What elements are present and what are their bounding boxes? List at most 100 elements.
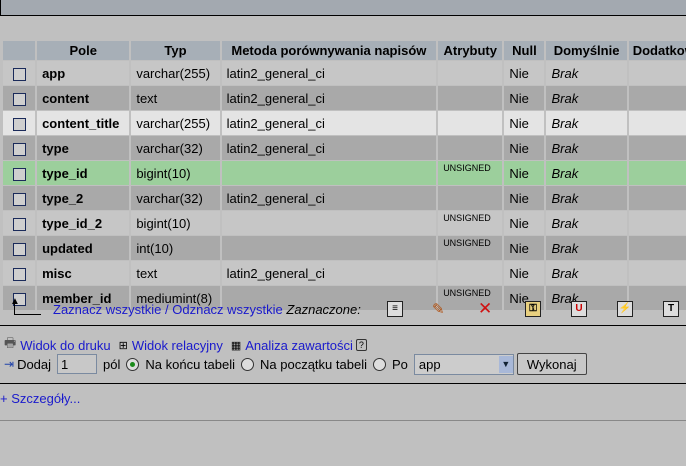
field-type: text bbox=[131, 261, 220, 285]
checkbox[interactable] bbox=[12, 167, 26, 181]
field-collation bbox=[221, 161, 437, 185]
header-null[interactable]: Null bbox=[504, 41, 545, 60]
table-row[interactable]: type_2 varchar(32) latin2_general_ci Nie Bra… bbox=[3, 186, 686, 210]
field-collation: latin2_general_ci bbox=[221, 136, 437, 160]
row-checkbox[interactable] bbox=[3, 161, 36, 185]
field-extra bbox=[628, 186, 686, 210]
header-collation[interactable]: Metoda porównywania napisów bbox=[221, 41, 437, 60]
row-checkbox[interactable] bbox=[3, 211, 36, 235]
checkbox[interactable] bbox=[12, 92, 26, 106]
table-row[interactable]: updated int(10) UNSIGNED Nie Brak bbox=[3, 236, 686, 260]
table-row[interactable]: app varchar(255) latin2_general_ci Nie Brak bbox=[3, 61, 686, 85]
row-checkbox[interactable] bbox=[3, 61, 36, 85]
relation-icon: ⊞ bbox=[118, 339, 128, 352]
field-default: Brak bbox=[546, 111, 627, 135]
field-null: Nie bbox=[504, 111, 545, 135]
table-row[interactable]: misc text latin2_general_ci Nie Brak bbox=[3, 261, 686, 285]
field-name: type bbox=[37, 136, 130, 160]
fulltext-icon[interactable]: T bbox=[663, 301, 679, 317]
table-row[interactable]: content text latin2_general_ci Nie Brak bbox=[3, 86, 686, 110]
field-collation bbox=[221, 236, 437, 260]
checkbox[interactable] bbox=[12, 192, 26, 206]
row-checkbox[interactable] bbox=[3, 236, 36, 260]
go-button[interactable]: Wykonaj bbox=[516, 353, 587, 375]
field-default: Brak bbox=[546, 236, 627, 260]
add-field-icon: ⇥ bbox=[4, 357, 15, 371]
field-null: Nie bbox=[504, 136, 545, 160]
table-row[interactable]: type_id bigint(10) UNSIGNED Nie Brak bbox=[3, 161, 686, 185]
divider bbox=[0, 325, 686, 326]
row-checkbox[interactable] bbox=[3, 136, 36, 160]
field-type: bigint(10) bbox=[131, 161, 220, 185]
at-end-label: Na końcu tabeli bbox=[145, 356, 236, 372]
row-checkbox[interactable] bbox=[3, 186, 36, 210]
primary-key-icon[interactable]: ⚿ bbox=[525, 301, 541, 317]
checkbox[interactable] bbox=[12, 217, 26, 231]
checkbox[interactable] bbox=[12, 242, 26, 256]
field-null: Nie bbox=[504, 186, 545, 210]
print-view-link[interactable]: Widok do druku bbox=[20, 338, 110, 353]
field-type: varchar(32) bbox=[131, 136, 220, 160]
with-selected-label: Zaznaczone: bbox=[286, 301, 361, 317]
index-icon[interactable]: ⚡ bbox=[617, 301, 633, 317]
add-label: Dodaj bbox=[17, 356, 52, 372]
field-name: type_2 bbox=[37, 186, 130, 210]
separator: / bbox=[165, 301, 169, 317]
header-checkbox bbox=[3, 41, 36, 60]
table-row[interactable]: content_title varchar(255) latin2_general_… bbox=[3, 111, 686, 135]
fields-label: pól bbox=[103, 356, 121, 372]
header-extra[interactable]: Dodatkowo bbox=[628, 41, 686, 60]
field-name: content bbox=[37, 86, 130, 110]
top-panel bbox=[0, 0, 686, 16]
field-type: int(10) bbox=[131, 236, 220, 260]
radio-at-start[interactable] bbox=[241, 357, 255, 371]
help-icon[interactable]: ? bbox=[355, 339, 367, 351]
field-null: Nie bbox=[504, 261, 545, 285]
table-row[interactable]: type_id_2 bigint(10) UNSIGNED Nie Brak bbox=[3, 211, 686, 235]
table-row[interactable]: type varchar(32) latin2_general_ci Nie Brak bbox=[3, 136, 686, 160]
field-collation bbox=[221, 211, 437, 235]
field-name: type_id_2 bbox=[37, 211, 130, 235]
checkbox[interactable] bbox=[12, 142, 26, 156]
analyze-icon: ▦ bbox=[230, 339, 242, 352]
checkbox[interactable] bbox=[12, 267, 26, 281]
header-attributes[interactable]: Atrybuty bbox=[438, 41, 503, 60]
row-checkbox[interactable] bbox=[3, 261, 36, 285]
field-attributes: UNSIGNED bbox=[438, 161, 503, 185]
browse-icon[interactable]: ≡ bbox=[387, 301, 403, 317]
relational-view-link[interactable]: Widok relacyjny bbox=[132, 338, 223, 353]
checkbox[interactable] bbox=[12, 117, 26, 131]
checkbox[interactable] bbox=[12, 67, 26, 81]
field-collation: latin2_general_ci bbox=[221, 186, 437, 210]
details-link[interactable]: + Szczegóły... bbox=[0, 391, 80, 406]
field-attributes bbox=[438, 61, 503, 85]
field-type: bigint(10) bbox=[131, 211, 220, 235]
delete-icon[interactable]: ✕ bbox=[478, 299, 492, 319]
analyze-link[interactable]: Analiza zawartości bbox=[245, 338, 353, 353]
header-default[interactable]: Domyślnie bbox=[546, 41, 627, 60]
after-field-select[interactable]: app ▼ bbox=[413, 353, 514, 375]
header-type[interactable]: Typ bbox=[131, 41, 220, 60]
field-name: app bbox=[37, 61, 130, 85]
field-type: text bbox=[131, 86, 220, 110]
field-collation: latin2_general_ci bbox=[221, 61, 437, 85]
edit-pencil-icon[interactable]: ✎ bbox=[432, 300, 445, 318]
field-attributes bbox=[438, 86, 503, 110]
row-checkbox[interactable] bbox=[3, 86, 36, 110]
field-default: Brak bbox=[546, 161, 627, 185]
radio-after[interactable] bbox=[372, 357, 386, 371]
header-field[interactable]: Pole bbox=[37, 41, 130, 60]
field-type: varchar(255) bbox=[131, 111, 220, 135]
field-attributes: UNSIGNED bbox=[438, 211, 503, 235]
field-type: varchar(32) bbox=[131, 186, 220, 210]
field-attributes bbox=[438, 136, 503, 160]
deselect-all-link[interactable]: Odznacz wszystkie bbox=[172, 302, 283, 317]
row-checkbox[interactable] bbox=[3, 111, 36, 135]
unique-icon[interactable]: U bbox=[571, 301, 587, 317]
select-all-link[interactable]: Zaznacz wszystkie bbox=[53, 302, 161, 317]
field-count-input[interactable] bbox=[57, 354, 98, 374]
radio-at-end[interactable] bbox=[126, 357, 140, 371]
field-default: Brak bbox=[546, 136, 627, 160]
field-name: content_title bbox=[37, 111, 130, 135]
field-default: Brak bbox=[546, 211, 627, 235]
